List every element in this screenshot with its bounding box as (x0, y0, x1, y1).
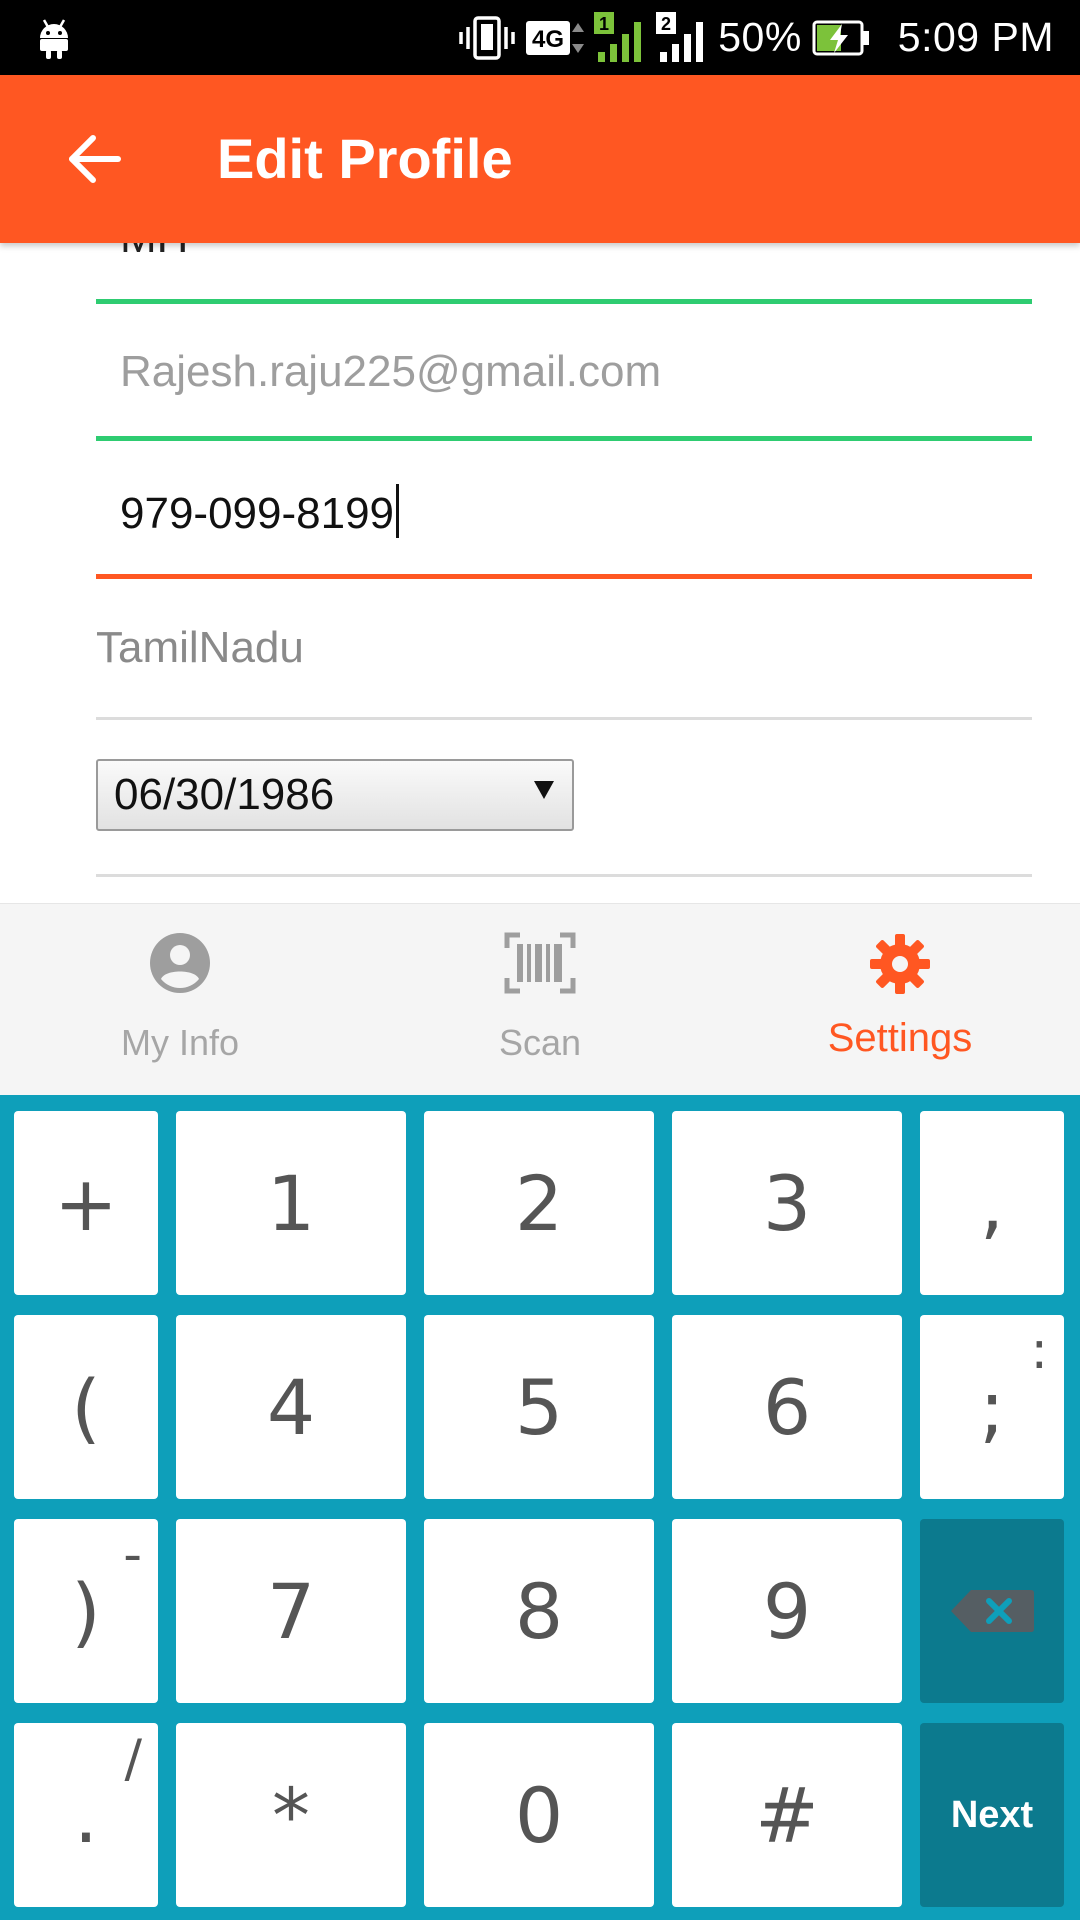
key-label: 2 (514, 1158, 564, 1248)
state-code-field[interactable]: MH (120, 243, 188, 263)
key-label: . (73, 1770, 99, 1860)
numeric-keyboard: + 1 2 3 , ( 4 5 6 ; : ) - 7 8 9 . / * 0 … (0, 1095, 1080, 1920)
account-circle-icon (150, 933, 210, 993)
key-open-paren[interactable]: ( (14, 1315, 158, 1499)
barcode-icon (504, 932, 576, 994)
nav-my-info[interactable]: My Info (0, 904, 360, 1096)
svg-text:2: 2 (661, 14, 671, 34)
nav-label-settings: Settings (827, 1016, 973, 1060)
field-underline (96, 874, 1032, 877)
4g-icon: 4G (526, 15, 585, 61)
key-6[interactable]: 6 (672, 1315, 902, 1499)
battery-percent: 50% (718, 14, 802, 60)
key-period[interactable]: . / (14, 1723, 158, 1907)
key-sublabel: / (124, 1729, 142, 1789)
backspace-key[interactable] (920, 1519, 1064, 1703)
key-sublabel: - (123, 1525, 142, 1585)
phone-value: 979-099-8199 (120, 489, 395, 538)
key-7[interactable]: 7 (176, 1519, 406, 1703)
android-icon (40, 19, 68, 59)
bottom-navigation: My Info Scan Settings (0, 903, 1080, 1095)
dob-select[interactable]: 06/30/1986 (96, 759, 574, 831)
key-9[interactable]: 9 (672, 1519, 902, 1703)
dob-value: 06/30/1986 (114, 770, 335, 819)
edit-profile-form: MH Rajesh.raju225@gmail.com 979-099-8199… (0, 243, 1080, 903)
field-underline (96, 299, 1032, 304)
key-close-paren[interactable]: ) - (14, 1519, 158, 1703)
key-plus[interactable]: + (14, 1111, 158, 1295)
key-label: 0 (514, 1770, 564, 1860)
text-cursor (396, 484, 400, 538)
field-underline (96, 436, 1032, 441)
key-3[interactable]: 3 (672, 1111, 902, 1295)
email-field[interactable]: Rajesh.raju225@gmail.com (120, 347, 661, 397)
key-4[interactable]: 4 (176, 1315, 406, 1499)
key-5[interactable]: 5 (424, 1315, 654, 1499)
backspace-icon (951, 1590, 1034, 1632)
key-label: + (54, 1158, 118, 1248)
key-label: , (979, 1158, 1005, 1248)
key-comma[interactable]: , (920, 1111, 1064, 1295)
battery-charging-icon (812, 18, 870, 58)
key-sublabel: : (1030, 1321, 1048, 1381)
signal-sim2-icon: 2 (656, 11, 708, 64)
nav-settings[interactable]: Settings (720, 904, 1080, 1096)
gear-icon (870, 934, 930, 994)
nav-scan[interactable]: Scan (360, 904, 720, 1096)
phone-field[interactable]: 979-099-8199 (120, 484, 400, 539)
key-label: 9 (762, 1566, 812, 1656)
status-icons: 4G 1 2 50% 5:09 PM (458, 0, 1054, 75)
vibrate-icon (458, 15, 516, 61)
key-label: 6 (762, 1362, 812, 1452)
next-key[interactable]: Next (920, 1723, 1064, 1907)
signal-sim1-icon: 1 (594, 11, 646, 64)
key-label: 8 (514, 1566, 564, 1656)
key-label: ; (979, 1362, 1005, 1452)
nav-label-my-info: My Info (120, 1022, 240, 1063)
key-2[interactable]: 2 (424, 1111, 654, 1295)
key-8[interactable]: 8 (424, 1519, 654, 1703)
nav-label-scan: Scan (498, 1022, 582, 1063)
key-label: 7 (266, 1566, 316, 1656)
key-label: ) (71, 1566, 101, 1656)
field-underline (96, 717, 1032, 720)
dropdown-arrow-icon (534, 781, 554, 799)
next-label: Next (950, 1793, 1034, 1836)
field-underline-focused (96, 574, 1032, 579)
svg-text:4G: 4G (532, 26, 564, 53)
back-button[interactable] (56, 121, 132, 197)
key-0[interactable]: 0 (424, 1723, 654, 1907)
app-bar: Edit Profile (0, 75, 1080, 243)
key-label: 1 (266, 1158, 316, 1248)
arrow-back-icon (69, 135, 121, 183)
key-1[interactable]: 1 (176, 1111, 406, 1295)
key-label: ( (71, 1362, 101, 1452)
key-hash[interactable]: # (672, 1723, 902, 1907)
key-asterisk[interactable]: * (176, 1723, 406, 1907)
key-label: 3 (762, 1158, 812, 1248)
key-semicolon[interactable]: ; : (920, 1315, 1064, 1499)
key-label: # (755, 1770, 819, 1860)
status-bar: 4G 1 2 50% 5:09 PM (0, 0, 1080, 75)
state-field[interactable]: TamilNadu (96, 623, 304, 673)
key-label: * (272, 1770, 310, 1860)
key-label: 4 (266, 1362, 316, 1452)
clock: 5:09 PM (897, 14, 1054, 60)
svg-text:1: 1 (599, 14, 609, 34)
page-title: Edit Profile (217, 127, 513, 190)
key-label: 5 (514, 1362, 564, 1452)
